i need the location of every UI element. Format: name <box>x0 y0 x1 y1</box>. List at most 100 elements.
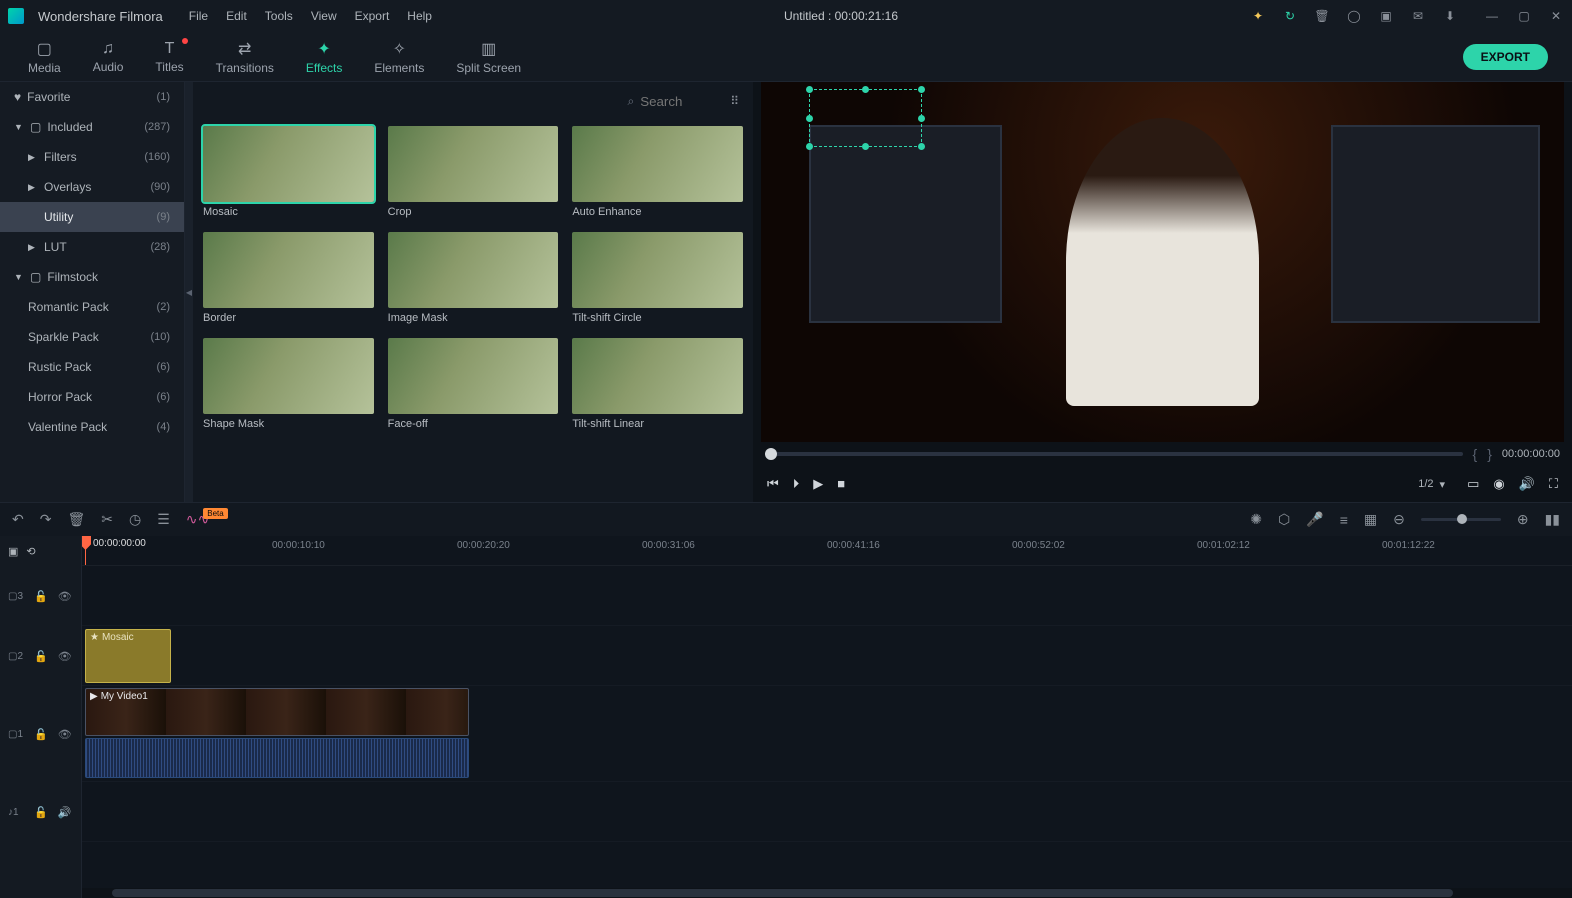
resize-handle-tl[interactable] <box>806 86 813 93</box>
tab-effects[interactable]: ✦Effects <box>290 35 358 79</box>
layers-icon[interactable]: ▣ <box>8 545 18 558</box>
effect-face-off[interactable]: Face-off <box>388 338 559 430</box>
menu-export[interactable]: Export <box>355 9 390 23</box>
timeline-ruler[interactable]: 00:00:00:00 00:00:10:10 00:00:20:20 00:0… <box>82 536 1572 566</box>
mark-out-button[interactable]: } <box>1487 446 1492 462</box>
prev-frame-button[interactable]: ⏮ <box>767 476 779 492</box>
tab-transitions[interactable]: ⇄Transitions <box>200 35 290 79</box>
search-box[interactable]: ⌕ <box>627 94 720 109</box>
tab-media[interactable]: ▢Media <box>12 35 77 79</box>
zoom-slider[interactable] <box>1421 518 1501 521</box>
close-button[interactable]: ✕ <box>1548 8 1564 24</box>
timeline-scrollbar[interactable] <box>82 888 1572 898</box>
mosaic-selection-box[interactable] <box>809 89 921 147</box>
preview-zoom-select[interactable]: 1/2▾ <box>1410 476 1453 493</box>
link-icon[interactable]: ⟲ <box>26 545 35 558</box>
track-header-2[interactable]: ▢2🔓👁 <box>0 626 81 686</box>
eye-icon[interactable]: 👁 <box>58 590 72 603</box>
menu-file[interactable]: File <box>189 9 208 23</box>
eye-icon[interactable]: 👁 <box>58 728 72 741</box>
stop-button[interactable]: ■ <box>837 476 845 492</box>
speed-button[interactable]: ◷ <box>129 511 141 528</box>
adjust-button[interactable]: ☰ <box>157 511 170 528</box>
sidebar-rustic-pack[interactable]: Rustic Pack(6) <box>0 352 184 382</box>
redo-button[interactable]: ↷ <box>40 511 52 528</box>
track-lane-1[interactable]: ▶My Video1 <box>82 686 1572 782</box>
fullscreen-button[interactable]: ⛶ <box>1549 476 1558 492</box>
effect-tilt-shift-linear[interactable]: Tilt-shift Linear <box>572 338 743 430</box>
delete-button[interactable]: 🗑 <box>67 511 85 528</box>
clip-mosaic[interactable]: ★Mosaic <box>85 629 171 683</box>
message-icon[interactable]: ✉ <box>1410 8 1426 24</box>
effect-auto-enhance[interactable]: Auto Enhance <box>572 126 743 218</box>
sidebar-romantic-pack[interactable]: Romantic Pack(2) <box>0 292 184 322</box>
track-header-audio-1[interactable]: ♪1🔓🔊 <box>0 782 81 842</box>
zoom-out-button[interactable]: ⊖ <box>1393 511 1405 528</box>
minimize-button[interactable]: — <box>1484 8 1500 24</box>
mute-icon[interactable]: 🔊 <box>58 806 72 819</box>
sidebar-collapse-handle[interactable]: ◀ <box>185 82 193 502</box>
cut-button[interactable]: ✂ <box>101 511 113 528</box>
grid-view-icon[interactable]: ⠿ <box>730 94 739 108</box>
playhead-handle[interactable] <box>82 536 91 550</box>
track-lane-audio-1[interactable] <box>82 782 1572 842</box>
resize-handle-tc[interactable] <box>862 86 869 93</box>
resize-handle-br[interactable] <box>918 143 925 150</box>
snapshot-button[interactable]: ◉ <box>1493 476 1504 492</box>
track-lane-2[interactable]: ★Mosaic <box>82 626 1572 686</box>
audio-wave-button[interactable]: ∿∿Beta <box>186 511 234 528</box>
menu-help[interactable]: Help <box>407 9 432 23</box>
zoom-in-button[interactable]: ⊕ <box>1517 511 1529 528</box>
lock-icon[interactable]: 🔓 <box>34 728 48 741</box>
scrub-track[interactable] <box>765 452 1463 456</box>
search-input[interactable] <box>640 94 720 109</box>
lock-icon[interactable]: 🔓 <box>34 590 48 603</box>
resize-handle-bl[interactable] <box>806 143 813 150</box>
effect-shape-mask[interactable]: Shape Mask <box>203 338 374 430</box>
menu-view[interactable]: View <box>311 9 337 23</box>
mark-in-button[interactable]: { <box>1473 446 1478 462</box>
tracks[interactable]: 00:00:00:00 00:00:10:10 00:00:20:20 00:0… <box>82 536 1572 898</box>
menu-edit[interactable]: Edit <box>226 9 247 23</box>
tab-audio[interactable]: ♫Audio <box>77 36 140 78</box>
tab-titles[interactable]: TTitles <box>139 36 199 78</box>
account-icon[interactable]: ◯ <box>1346 8 1362 24</box>
idea-icon[interactable]: ✦ <box>1250 8 1266 24</box>
play-step-button[interactable]: ⏵ <box>793 476 800 492</box>
zoom-knob[interactable] <box>1457 514 1467 524</box>
sidebar-favorite[interactable]: ♥Favorite(1) <box>0 82 184 112</box>
clip-audio-waveform[interactable] <box>85 738 469 778</box>
maximize-button[interactable]: ▢ <box>1516 8 1532 24</box>
save-icon[interactable]: ▣ <box>1378 8 1394 24</box>
tab-elements[interactable]: ✧Elements <box>358 35 440 79</box>
sidebar-included[interactable]: ▼▢Included(287) <box>0 112 184 142</box>
marker-button[interactable]: ⬡ <box>1278 511 1290 528</box>
display-button[interactable]: ▭ <box>1467 476 1479 492</box>
lock-icon[interactable]: 🔓 <box>34 806 48 819</box>
mic-button[interactable]: 🎤 <box>1306 511 1323 528</box>
undo-button[interactable]: ↶ <box>12 511 24 528</box>
effect-border[interactable]: Border <box>203 232 374 324</box>
sidebar-horror-pack[interactable]: Horror Pack(6) <box>0 382 184 412</box>
resize-handle-tr[interactable] <box>918 86 925 93</box>
zoom-fit-button[interactable]: ▮▮ <box>1545 511 1560 528</box>
scrub-thumb[interactable] <box>765 448 777 460</box>
sidebar-overlays[interactable]: ▶Overlays(90) <box>0 172 184 202</box>
effect-image-mask[interactable]: Image Mask <box>388 232 559 324</box>
effect-crop[interactable]: Crop <box>388 126 559 218</box>
playhead[interactable]: 00:00:00:00 <box>85 536 86 565</box>
tab-split-screen[interactable]: ▥Split Screen <box>440 35 537 79</box>
track-header-3[interactable]: ▢3🔓👁 <box>0 566 81 626</box>
sidebar-utility[interactable]: Utility(9) <box>0 202 184 232</box>
sidebar-lut[interactable]: ▶LUT(28) <box>0 232 184 262</box>
lock-icon[interactable]: 🔓 <box>34 650 48 663</box>
resize-handle-mr[interactable] <box>918 115 925 122</box>
preview-viewport[interactable] <box>761 82 1564 442</box>
sidebar-sparkle-pack[interactable]: Sparkle Pack(10) <box>0 322 184 352</box>
color-button[interactable]: ✺ <box>1250 511 1262 528</box>
sidebar-filters[interactable]: ▶Filters(160) <box>0 142 184 172</box>
export-button[interactable]: EXPORT <box>1463 44 1548 70</box>
clip-video[interactable]: ▶My Video1 <box>85 688 469 736</box>
volume-button[interactable]: 🔊 <box>1519 476 1535 492</box>
track-lane-3[interactable] <box>82 566 1572 626</box>
